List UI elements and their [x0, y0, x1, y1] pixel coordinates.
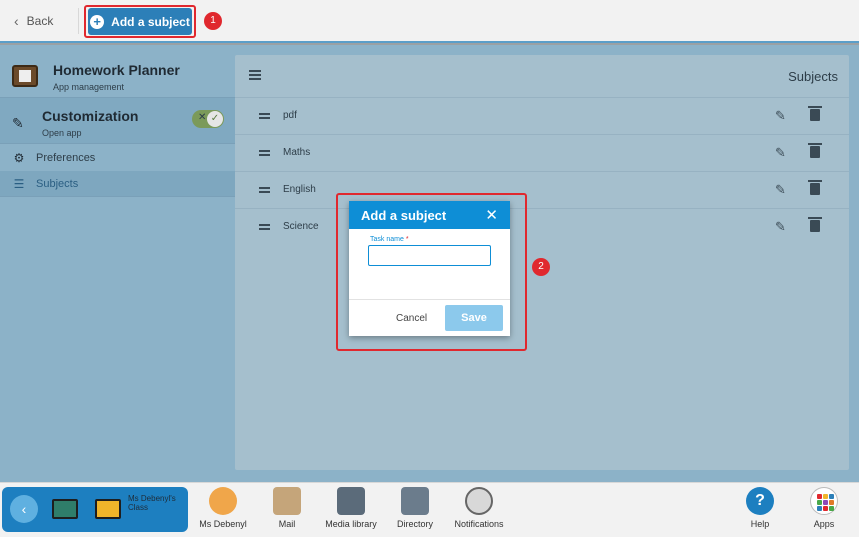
dialog-header: Add a subject ✕: [349, 201, 510, 229]
task-name-input[interactable]: [368, 245, 491, 266]
class-icon[interactable]: [95, 499, 121, 519]
subject-name: pdf: [283, 110, 297, 121]
dock-item-label: Media library: [325, 519, 377, 529]
homework-planner-icon: [12, 65, 38, 87]
toggle-off-icon: ✕: [198, 112, 207, 123]
app-subtitle: App management: [53, 82, 125, 92]
subject-name: English: [283, 184, 316, 195]
pencil-icon[interactable]: ✎: [775, 145, 786, 161]
cancel-button[interactable]: Cancel: [396, 313, 427, 324]
media-library-icon: [337, 487, 365, 515]
open-app-toggle[interactable]: ✕ ✓: [192, 110, 224, 128]
panel-title: Subjects: [788, 69, 838, 84]
task-name-label-text: Task name: [370, 236, 404, 243]
dock-item-label: Ms Debenyl: [199, 519, 247, 529]
customization-subtitle[interactable]: Open app: [42, 128, 82, 138]
panel-header: Subjects: [235, 55, 849, 98]
dock-item-help[interactable]: ? Help: [744, 487, 776, 529]
dock-item-mail[interactable]: Mail: [268, 487, 306, 529]
subject-name: Science: [283, 221, 319, 232]
sidebar-item-subjects[interactable]: ☰ Subjects: [0, 171, 235, 197]
sidebar: Homework Planner App management ✎ Custom…: [0, 45, 235, 482]
sidebar-item-label: Subjects: [36, 177, 79, 190]
brush-icon: ✎: [12, 115, 24, 131]
annotation-badge-1: 1: [204, 12, 222, 30]
required-mark: *: [405, 236, 409, 243]
chevron-left-icon[interactable]: ‹: [10, 495, 38, 523]
drag-handle-icon[interactable]: [259, 150, 270, 156]
trash-icon[interactable]: [808, 106, 822, 121]
pencil-icon[interactable]: ✎: [775, 219, 786, 235]
gear-icon: ⚙: [13, 151, 25, 165]
sidebar-item-label: Preferences: [36, 152, 96, 164]
drag-handle-icon[interactable]: [259, 113, 270, 119]
annotation-badge-2: 2: [532, 258, 550, 276]
trash-icon[interactable]: [808, 143, 822, 158]
subject-row: pdf ✎: [235, 98, 849, 135]
close-icon[interactable]: ✕: [485, 206, 498, 224]
check-icon: ✓: [207, 111, 223, 127]
task-name-label: Task name *: [370, 236, 409, 243]
pencil-icon[interactable]: ✎: [775, 182, 786, 198]
bottom-dock: ‹ Ms Debenyl's Class Ms Debenyl Mail Med…: [0, 482, 859, 537]
drag-handle-icon[interactable]: [259, 224, 270, 230]
mail-icon: [273, 487, 301, 515]
class-switcher[interactable]: ‹ Ms Debenyl's Class: [2, 487, 188, 532]
menu-icon[interactable]: [249, 70, 261, 80]
save-button[interactable]: Save: [445, 305, 503, 331]
dock-item-label: Notifications: [454, 519, 504, 529]
class-name: Ms Debenyl's Class: [128, 494, 176, 512]
subject-row: Maths ✎: [235, 135, 849, 172]
dock-item-label: Help: [750, 519, 770, 529]
dialog-footer: Cancel Save: [349, 299, 510, 336]
apps-grid-icon: [810, 487, 838, 515]
app-title: Homework Planner: [53, 62, 180, 78]
customization-row[interactable]: ✎ Customization Open app ✕ ✓: [0, 97, 235, 144]
subject-row: Science ✎: [235, 209, 849, 246]
app-header: Homework Planner App management: [0, 45, 235, 97]
dock-item-notifications[interactable]: Notifications: [453, 487, 505, 529]
annotation-highlight-1: [84, 5, 196, 38]
dock-item-label: Directory: [396, 519, 433, 529]
directory-icon: [401, 487, 429, 515]
dock-item-label: Apps: [813, 519, 835, 529]
whiteboard-icon[interactable]: [52, 499, 78, 519]
sidebar-item-preferences[interactable]: ⚙ Preferences: [0, 145, 235, 171]
drag-handle-icon[interactable]: [259, 187, 270, 193]
dock-item-media-library[interactable]: Media library: [324, 487, 378, 529]
profile-icon: [209, 487, 237, 515]
chevron-left-icon: ‹: [14, 12, 19, 29]
dialog-title: Add a subject: [361, 208, 447, 223]
trash-icon[interactable]: [808, 180, 822, 195]
back-button[interactable]: ‹ Back: [14, 0, 53, 41]
customization-title: Customization: [42, 108, 139, 124]
notifications-icon: [465, 487, 493, 515]
dock-item-label: Mail: [278, 519, 296, 529]
dock-item-apps[interactable]: Apps: [808, 487, 840, 529]
subject-row: English ✎: [235, 172, 849, 209]
pencil-icon[interactable]: ✎: [775, 108, 786, 124]
back-label: Back: [26, 13, 54, 28]
dock-item-directory[interactable]: Directory: [395, 487, 435, 529]
add-subject-dialog: Add a subject ✕ Task name * Cancel Save: [349, 201, 510, 336]
list-icon: ☰: [13, 176, 25, 191]
dock-item-profile[interactable]: Ms Debenyl: [198, 487, 248, 529]
subject-name: Maths: [283, 147, 311, 158]
trash-icon[interactable]: [808, 217, 822, 232]
toolbar-divider: [78, 8, 79, 34]
help-icon: ?: [746, 487, 774, 515]
